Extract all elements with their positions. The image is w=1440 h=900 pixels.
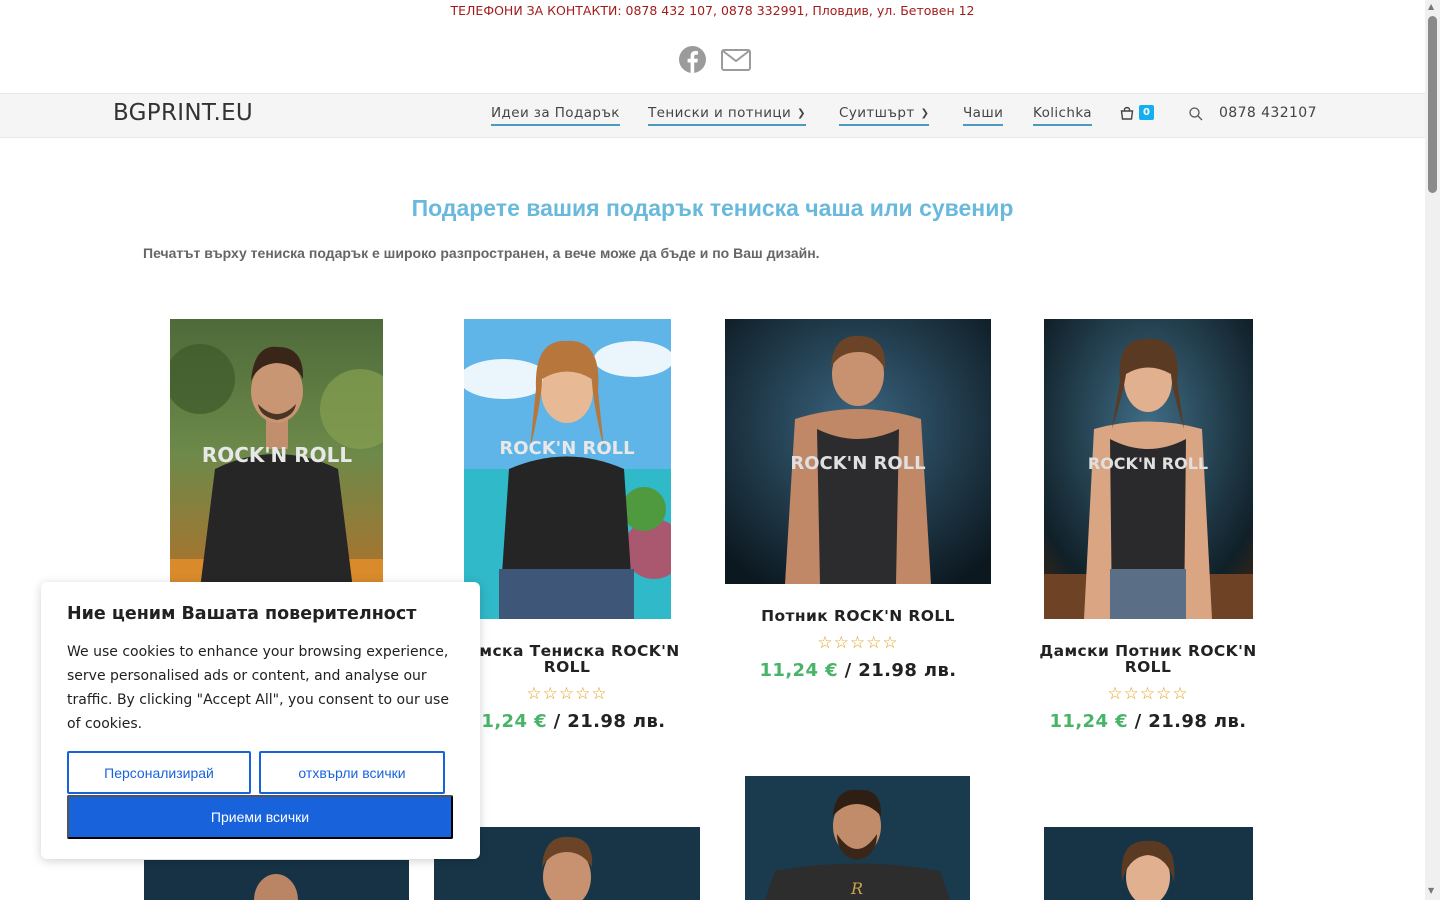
site-logo[interactable]: BGPRINT.EU (113, 100, 253, 126)
chevron-down-icon: ❯ (920, 108, 930, 119)
contact-info: ТЕЛЕФОНИ ЗА КОНТАКТИ: 0878 432 107, 0878… (450, 3, 975, 18)
reject-all-button[interactable]: отхвърли всички (259, 751, 445, 794)
cart-button[interactable]: 0 (1120, 105, 1154, 120)
main-navigation: BGPRINT.EU Идеи за Подарък Тениски и пот… (0, 93, 1425, 138)
rating-stars: ☆☆☆☆☆ (817, 633, 899, 653)
page-title: Подарете вашия подарък тениска чаша или … (411, 195, 1014, 221)
cookie-consent-banner: Ние ценим Вашата поверителност We use co… (41, 582, 480, 859)
price-bgn: / 21.98 лв. (838, 660, 957, 681)
shopping-bag-icon (1120, 106, 1134, 120)
social-links (678, 45, 751, 74)
product-image[interactable]: R (745, 776, 970, 900)
envelope-icon[interactable] (721, 48, 751, 71)
nav-item-label: Идеи за Подарък (491, 105, 620, 121)
page-subtitle: Печатът върху тениска подарък е широко р… (143, 245, 820, 261)
nav-item-sweatshirts[interactable]: Суитшърт ❯ (839, 105, 930, 126)
facebook-icon[interactable] (678, 45, 707, 74)
svg-text:R: R (850, 879, 863, 898)
cart-count-badge: 0 (1139, 105, 1154, 120)
accept-all-button[interactable]: Приеми всички (67, 795, 453, 839)
nav-item-gift-ideas[interactable]: Идеи за Подарък (491, 105, 620, 126)
print-text: ROCK'N ROLL (790, 453, 925, 474)
price-eur: 11,24 € (1049, 711, 1128, 732)
nav-item-label: Суитшърт (839, 105, 915, 121)
page-scrollbar[interactable]: ▲ ▼ (1425, 0, 1440, 900)
price-bgn: / 21.98 лв. (1128, 711, 1247, 732)
product-image[interactable]: ROCK'N ROLL (725, 319, 991, 584)
product-image[interactable] (144, 860, 409, 900)
cookie-title: Ние ценим Вашата поверителност (67, 604, 417, 624)
product-image[interactable]: ROCK'N ROLL (1044, 319, 1253, 619)
product-image[interactable]: ROCK'N ROLL (464, 319, 671, 619)
product-price: 11,24 € / 21.98 лв. (732, 660, 984, 681)
price-eur: 11,24 € (759, 660, 838, 681)
scroll-down-arrow-icon[interactable]: ▼ (1428, 886, 1434, 895)
nav-item-label: Тениски и потници (648, 105, 792, 121)
product-title[interactable]: Потник ROCK'N ROLL (732, 608, 984, 624)
nav-item-mugs[interactable]: Чаши (963, 105, 1004, 126)
print-text: ROCK'N ROLL (202, 443, 353, 467)
product-title[interactable]: Дамски Потник ROCK'N ROLL (1022, 643, 1274, 675)
price-eur: 11,24 € (468, 711, 547, 732)
product-price: 11,24 € / 21.98 лв. (1022, 711, 1274, 732)
price-bgn: / 21.98 лв. (547, 711, 666, 732)
nav-item-cart-page[interactable]: Kolichka (1033, 105, 1092, 126)
nav-item-tshirts[interactable]: Тениски и потници ❯ (648, 105, 806, 126)
chevron-down-icon: ❯ (797, 108, 806, 119)
customize-button[interactable]: Персонализирай (67, 751, 251, 794)
nav-item-label: Kolichka (1033, 105, 1092, 121)
nav-item-label: Чаши (963, 105, 1004, 121)
print-text: ROCK'N ROLL (1088, 454, 1208, 473)
rating-stars: ☆☆☆☆☆ (1107, 684, 1189, 704)
scroll-up-arrow-icon[interactable]: ▲ (1428, 2, 1434, 11)
scrollbar-thumb[interactable] (1428, 16, 1437, 193)
product-image[interactable] (1044, 827, 1253, 900)
cookie-description: We use cookies to enhance your browsing … (67, 644, 449, 732)
top-bar: ТЕЛЕФОНИ ЗА КОНТАКТИ: 0878 432 107, 0878… (0, 0, 1425, 93)
nav-phone[interactable]: 0878 432107 (1219, 105, 1317, 121)
search-icon[interactable] (1189, 106, 1203, 125)
product-image[interactable]: ROCK'N ROLL (170, 319, 383, 589)
print-text: ROCK'N ROLL (499, 438, 634, 459)
